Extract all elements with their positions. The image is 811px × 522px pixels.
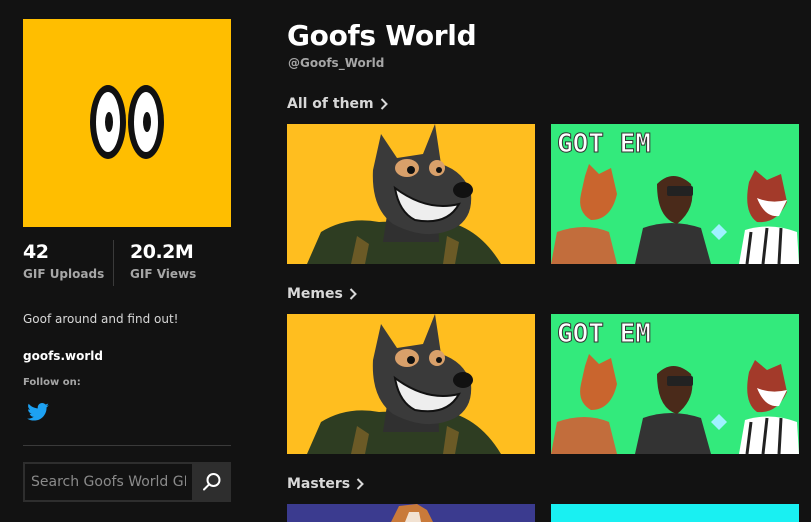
stat-value: 42 xyxy=(23,241,49,263)
left-eye-icon xyxy=(90,85,126,159)
section-memes[interactable]: Memes xyxy=(287,286,357,302)
chevron-right-icon xyxy=(349,288,357,300)
follow-on-label: Follow on: xyxy=(23,377,81,388)
twitter-icon[interactable] xyxy=(27,403,49,421)
gif-caption: GOT EM xyxy=(557,129,651,159)
section-masters[interactable]: Masters xyxy=(287,476,365,492)
search-button[interactable] xyxy=(192,462,231,502)
channel-search xyxy=(23,462,231,502)
section-title: Memes xyxy=(287,286,343,302)
gif-thumbnail[interactable] xyxy=(287,124,535,264)
stat-views: 20.2M GIF Views xyxy=(130,240,196,281)
stat-label: GIF Views xyxy=(130,267,197,281)
chevron-right-icon xyxy=(380,98,388,110)
channel-bio: Goof around and find out! xyxy=(23,312,179,326)
gif-thumbnail[interactable]: GOT EM xyxy=(551,124,799,264)
gif-caption: GOT EM xyxy=(557,319,651,349)
channel-handle: @Goofs_World xyxy=(288,56,385,70)
website-link[interactable]: goofs.world xyxy=(23,349,103,363)
channel-avatar xyxy=(23,19,231,227)
gif-thumbnail[interactable]: GOT EM xyxy=(551,314,799,454)
stat-label: GIF Uploads xyxy=(23,267,105,281)
stat-value: 20.2M xyxy=(130,241,194,263)
stat-uploads: 42 GIF Uploads xyxy=(23,240,104,281)
channel-stats: 42 GIF Uploads 20.2M GIF Views xyxy=(23,240,231,288)
gif-thumbnail[interactable] xyxy=(287,314,535,454)
gif-thumbnail[interactable] xyxy=(287,504,535,522)
stat-divider xyxy=(113,240,114,286)
section-title: Masters xyxy=(287,476,351,492)
section-title: All of them xyxy=(287,96,374,112)
section-all-of-them[interactable]: All of them xyxy=(287,96,388,112)
gif-thumbnail[interactable] xyxy=(551,504,799,522)
channel-title: Goofs World xyxy=(287,19,477,52)
search-input[interactable] xyxy=(23,462,192,502)
chevron-right-icon xyxy=(356,478,365,490)
search-icon xyxy=(202,473,220,491)
right-eye-icon xyxy=(128,85,164,159)
sidebar-divider xyxy=(23,445,231,446)
